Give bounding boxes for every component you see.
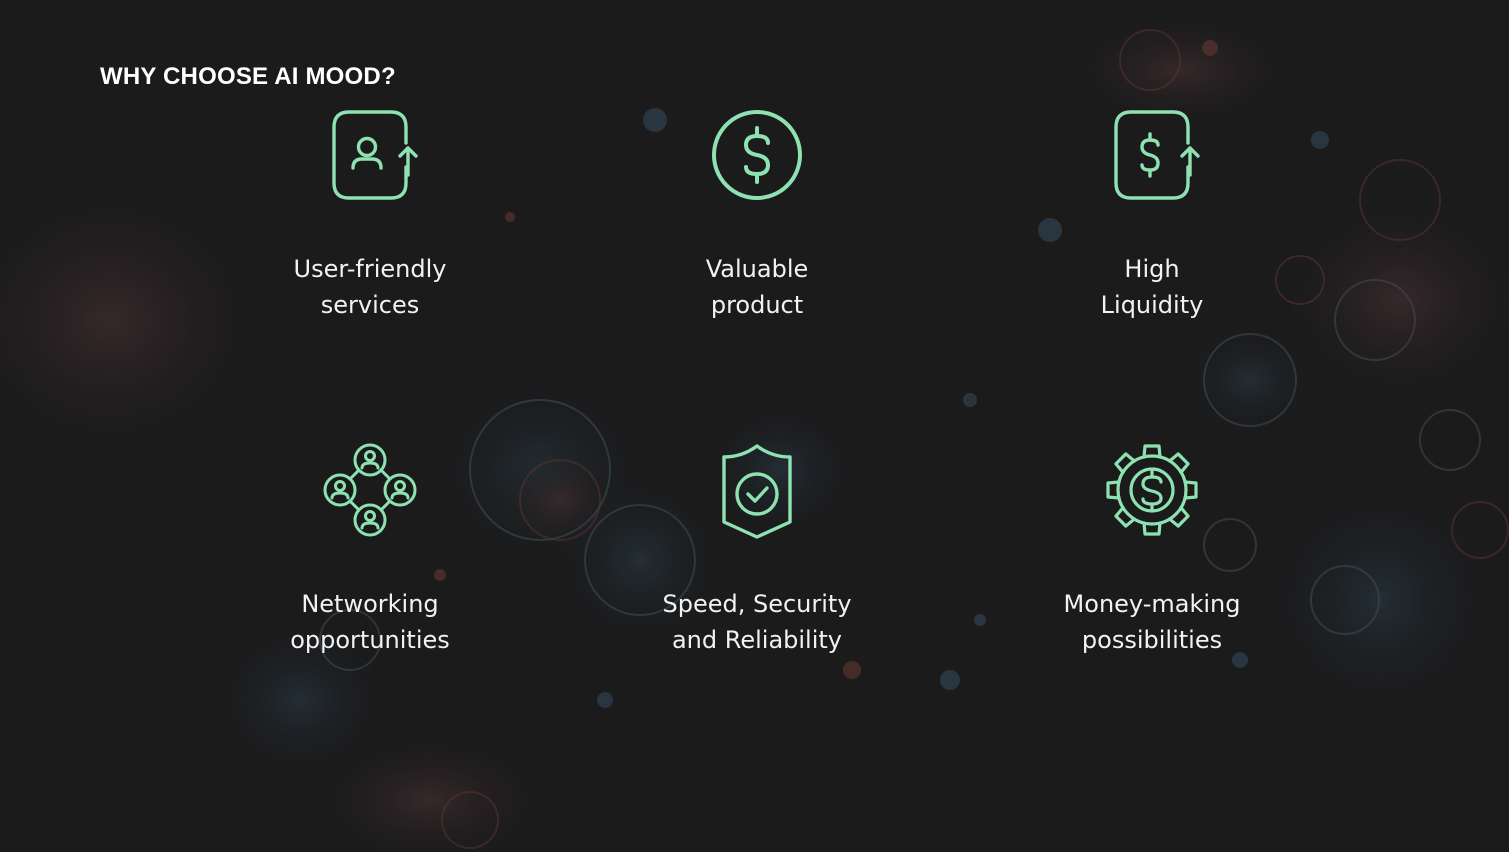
feature-label: Networking opportunities <box>290 590 450 654</box>
feature-label: High Liquidity <box>1100 255 1204 319</box>
feature-label: Valuable product <box>705 255 809 319</box>
feature-label: User-friendly services <box>293 255 447 319</box>
user-upload-icon <box>320 105 420 205</box>
feature-valuable-product: Valuable product <box>607 105 907 323</box>
network-users-icon <box>320 440 420 540</box>
feature-user-friendly-services: User-friendly services <box>220 105 520 323</box>
gear-dollar-icon <box>1102 440 1202 540</box>
feature-high-liquidity: High Liquidity <box>1002 105 1302 323</box>
section-title: WHY CHOOSE AI MOOD? <box>100 63 396 90</box>
shield-check-icon <box>707 440 807 540</box>
dollar-circle-icon <box>707 105 807 205</box>
feature-money-making-possibilities: Money-making possibilities <box>1002 440 1302 658</box>
feature-label: Money-making possibilities <box>1063 590 1241 654</box>
feature-networking-opportunities: Networking opportunities <box>220 440 520 658</box>
feature-label: Speed, Security and Reliability <box>662 590 852 654</box>
features-section: WHY CHOOSE AI MOOD? User-friendly servic… <box>0 0 1509 852</box>
feature-speed-security-reliability: Speed, Security and Reliability <box>607 440 907 658</box>
dollar-upload-icon <box>1102 105 1202 205</box>
